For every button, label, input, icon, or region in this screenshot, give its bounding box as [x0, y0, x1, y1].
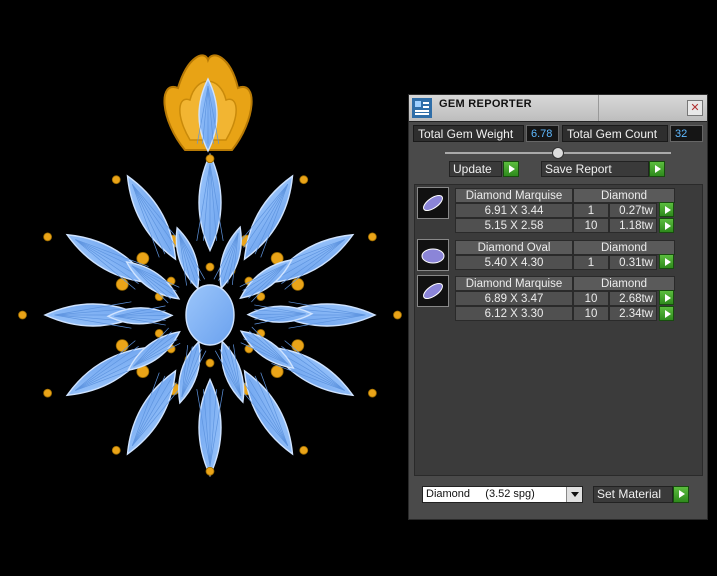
- chevron-down-icon[interactable]: [566, 487, 582, 502]
- group-3-row-2-size: 6.12 X 3.30: [455, 306, 573, 321]
- total-gem-weight-label: Total Gem Weight: [413, 125, 524, 142]
- group-1-row-2-count: 10: [573, 218, 609, 233]
- group-1-row-1-count: 1: [573, 203, 609, 218]
- group-3-row-2-select-icon[interactable]: [659, 306, 674, 321]
- gem-list[interactable]: Diamond Marquise Diamond 6.91 X 3.44 1 0…: [414, 184, 703, 476]
- 3d-viewport[interactable]: [0, 0, 405, 571]
- title-bar[interactable]: GEM REPORTER ✕: [409, 95, 707, 122]
- pendant-render: [18, 54, 402, 478]
- total-gem-weight-value: 6.78: [526, 125, 559, 142]
- gem-reporter-panel: GEM REPORTER ✕ Total Gem Weight 6.78 Tot…: [408, 94, 708, 520]
- group-3-row-2-weight: 2.34tw: [609, 306, 657, 321]
- close-icon[interactable]: ✕: [687, 100, 703, 116]
- group-2-shape: Diamond Oval: [455, 240, 573, 255]
- group-2-row-1-weight: 0.31tw: [609, 255, 657, 270]
- group-1-row-1-weight: 0.27tw: [609, 203, 657, 218]
- update-button[interactable]: Update: [449, 161, 502, 177]
- oval-gem-icon[interactable]: [417, 239, 449, 271]
- marquise-gem-icon[interactable]: [417, 187, 449, 219]
- group-1-row-2-size: 5.15 X 2.58: [455, 218, 573, 233]
- window-title: GEM REPORTER: [439, 98, 532, 110]
- group-3-row-1-select-icon[interactable]: [659, 290, 674, 305]
- group-3-row-1-count: 10: [573, 291, 609, 306]
- group-1-material: Diamond: [573, 188, 675, 203]
- group-3-shape: Diamond Marquise: [455, 276, 573, 291]
- total-gem-count-label: Total Gem Count: [562, 125, 668, 142]
- group-3-row-1-size: 6.89 X 3.47: [455, 291, 573, 306]
- group-1-row-1-size: 6.91 X 3.44: [455, 203, 573, 218]
- gem-reporter-logo-icon: [412, 98, 432, 118]
- save-report-button[interactable]: Save Report: [541, 161, 649, 177]
- set-material-go-icon[interactable]: [673, 486, 689, 503]
- save-report-go-icon[interactable]: [649, 161, 665, 177]
- group-3-material: Diamond: [573, 276, 675, 291]
- update-go-icon[interactable]: [503, 161, 519, 177]
- set-material-button[interactable]: Set Material: [593, 486, 673, 503]
- title-bar-spacer: ✕: [598, 95, 707, 121]
- panel-splitter-handle[interactable]: [552, 147, 564, 159]
- material-select-value: Diamond (3.52 spg): [426, 488, 535, 500]
- group-1-row-2-select-icon[interactable]: [659, 218, 674, 233]
- group-1-shape: Diamond Marquise: [455, 188, 573, 203]
- group-2-row-1-size: 5.40 X 4.30: [455, 255, 573, 270]
- group-1-row-2-weight: 1.18tw: [609, 218, 657, 233]
- marquise-gem-icon[interactable]: [417, 275, 449, 307]
- material-select[interactable]: Diamond (3.52 spg): [422, 486, 583, 503]
- group-2-row-1-count: 1: [573, 255, 609, 270]
- group-2-material: Diamond: [573, 240, 675, 255]
- gem-cluster: [43, 77, 377, 478]
- group-1-row-1-select-icon[interactable]: [659, 202, 674, 217]
- group-2-row-1-select-icon[interactable]: [659, 254, 674, 269]
- group-3-row-2-count: 10: [573, 306, 609, 321]
- group-3-row-1-weight: 2.68tw: [609, 291, 657, 306]
- total-gem-count-value: 32: [670, 125, 703, 142]
